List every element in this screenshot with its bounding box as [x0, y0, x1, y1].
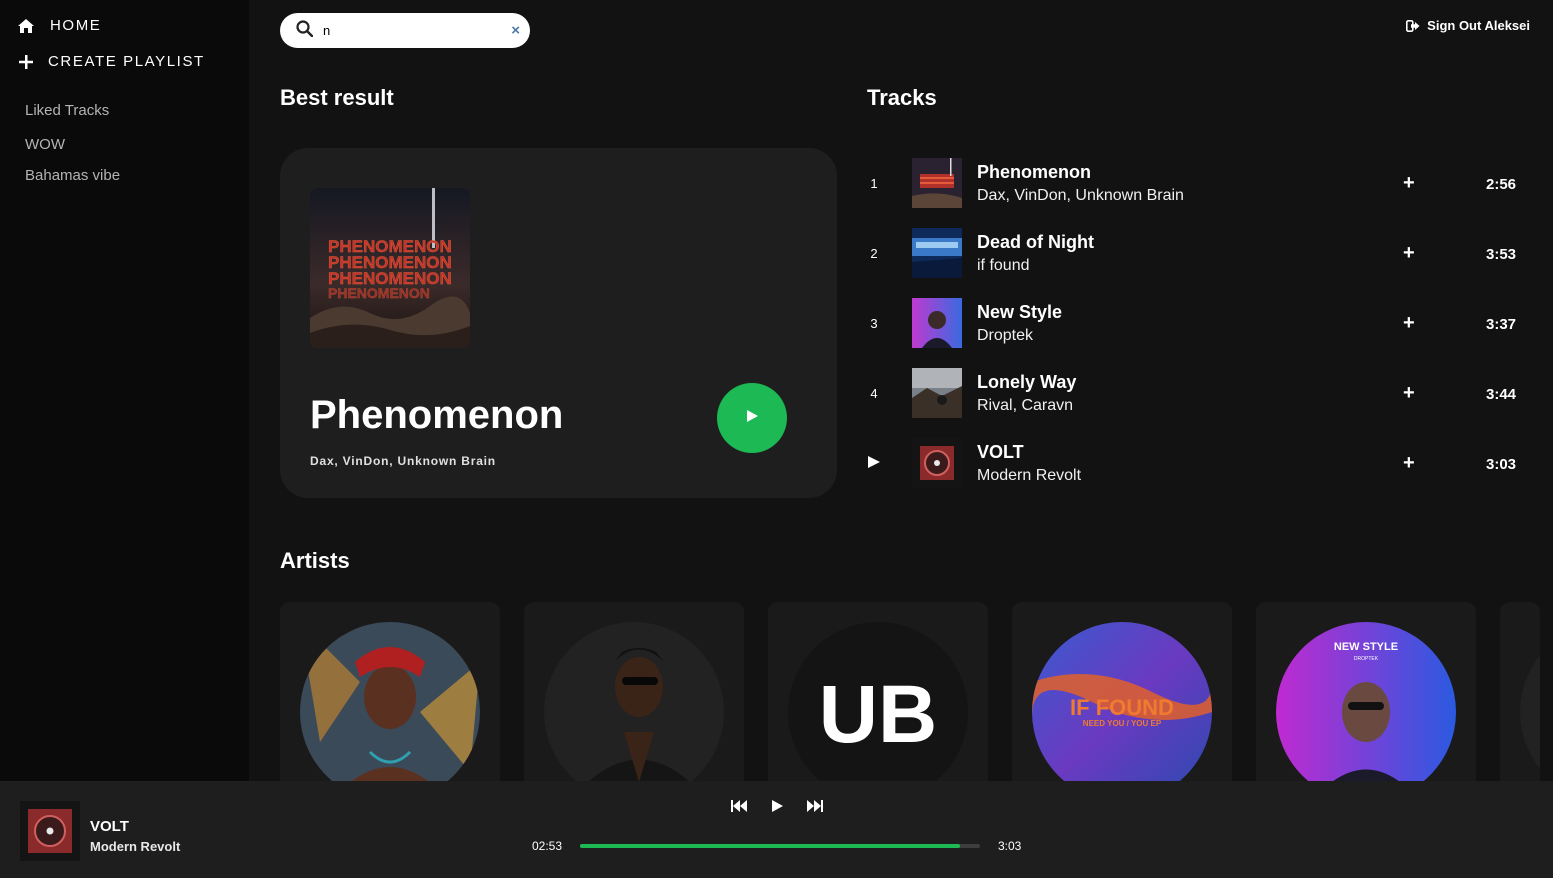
artists-heading: Artists — [280, 548, 350, 573]
track-artists: if found — [977, 257, 1030, 274]
tracks-heading: Tracks — [867, 85, 937, 110]
track-cover — [912, 368, 962, 418]
plus-icon — [18, 54, 34, 70]
artist-photo: NEW STYLE DROPTEK — [1276, 622, 1456, 781]
track-row[interactable]: VOLT Modern Revolt + 3:03 — [867, 438, 1527, 490]
track-title: Lonely Way — [977, 372, 1077, 392]
track-artists: Dax, VinDon, Unknown Brain — [977, 187, 1184, 204]
add-track-button[interactable]: + — [1403, 452, 1415, 475]
track-cover — [912, 158, 962, 208]
artist-photo — [300, 622, 480, 781]
sign-out-label: Sign Out Aleksei — [1427, 18, 1530, 33]
nav-home[interactable]: HOME — [18, 17, 101, 34]
cover-subtitle: NEED YOU / YOU EP — [1083, 719, 1162, 728]
best-result-title: Phenomenon — [310, 393, 564, 437]
artist-card[interactable] — [280, 602, 500, 781]
now-playing-cover — [20, 801, 80, 861]
track-duration: 3:53 — [1486, 246, 1517, 263]
artist-card[interactable] — [1500, 602, 1540, 781]
now-playing-title: VOLT — [90, 818, 129, 835]
track-title: Phenomenon — [977, 162, 1092, 182]
elapsed-time: 02:53 — [532, 839, 563, 853]
playlist-item[interactable]: Bahamas vibe — [25, 167, 120, 184]
track-row[interactable]: 2 Dead of Night if found + 3:53 — [867, 228, 1527, 280]
playlist-item[interactable]: Liked Tracks — [25, 102, 109, 119]
cover-title: NEW STYLE — [1334, 641, 1398, 653]
add-track-button[interactable]: + — [1403, 382, 1415, 405]
track-duration: 3:44 — [1486, 386, 1517, 403]
artist-card[interactable]: UB — [768, 602, 988, 781]
sign-out-icon — [1406, 19, 1420, 32]
play-icon — [745, 409, 759, 428]
artist-photo: UB — [788, 622, 968, 781]
track-row[interactable]: 4 Lonely Way Rival, Caravn + 3:44 — [867, 368, 1527, 420]
progress-fill — [580, 844, 960, 848]
player-bar: VOLT Modern Revolt 02:53 3:03 — [0, 781, 1553, 878]
best-result-card[interactable]: PHENOMENON PHENOMENON PHENOMENON PHENOME… — [280, 148, 837, 498]
nav-home-label: HOME — [50, 17, 102, 34]
track-number: 3 — [870, 316, 878, 331]
playing-icon[interactable] — [867, 455, 881, 472]
artist-card[interactable]: IF FOUND NEED YOU / YOU EP — [1012, 602, 1232, 781]
previous-button[interactable] — [729, 800, 749, 816]
track-artists: Modern Revolt — [977, 467, 1082, 484]
home-icon — [18, 18, 34, 34]
artist-card[interactable]: NEW STYLE DROPTEK — [1256, 602, 1476, 781]
track-cover — [912, 298, 962, 348]
track-cover — [912, 228, 962, 278]
track-cover — [912, 438, 962, 488]
progress-bar[interactable] — [580, 844, 980, 848]
next-button[interactable] — [805, 800, 825, 816]
play-pause-button[interactable] — [767, 799, 787, 818]
track-title: Dead of Night — [977, 232, 1094, 252]
cover-title: IF FOUND — [1070, 695, 1174, 720]
logo-text: UB — [819, 669, 937, 760]
search-input[interactable] — [323, 23, 512, 38]
main-content: × Sign Out Aleksei Best result Tracks PH… — [249, 0, 1553, 781]
artist-card[interactable] — [524, 602, 744, 781]
sign-out-button[interactable]: Sign Out Aleksei — [1406, 18, 1530, 33]
track-row[interactable]: 3 New Style Droptek + 3:37 — [867, 298, 1527, 350]
track-artists: Rival, Caravn — [977, 397, 1074, 414]
track-artists: Droptek — [977, 327, 1034, 344]
track-number: 2 — [870, 246, 878, 261]
svg-text:PHENOMENON: PHENOMENON — [328, 285, 430, 301]
nav-create-playlist[interactable]: CREATE PLAYLIST — [18, 53, 205, 70]
cover-subtitle: DROPTEK — [1354, 656, 1379, 662]
search-icon — [296, 19, 314, 42]
track-duration: 3:37 — [1486, 316, 1517, 333]
now-playing-artist: Modern Revolt — [90, 839, 181, 854]
artist-photo — [1520, 622, 1540, 781]
artist-photo: IF FOUND NEED YOU / YOU EP — [1032, 622, 1212, 781]
sidebar: HOME CREATE PLAYLIST Liked Tracks WOW Ba… — [0, 0, 249, 781]
track-title: VOLT — [977, 442, 1024, 462]
track-duration: 3:03 — [1486, 456, 1517, 473]
add-track-button[interactable]: + — [1403, 242, 1415, 265]
nav-create-playlist-label: CREATE PLAYLIST — [48, 53, 205, 70]
track-duration: 2:56 — [1486, 176, 1517, 193]
next-icon — [807, 799, 823, 817]
best-result-cover: PHENOMENON PHENOMENON PHENOMENON PHENOME… — [310, 188, 470, 348]
add-track-button[interactable]: + — [1403, 172, 1415, 195]
search-bar: × — [280, 13, 530, 48]
best-result-heading: Best result — [280, 85, 394, 110]
add-track-button[interactable]: + — [1403, 312, 1415, 335]
clear-search-button[interactable]: × — [511, 22, 520, 39]
track-number: 4 — [870, 386, 878, 401]
track-number: 1 — [870, 176, 878, 191]
track-row[interactable]: 1 Phenomenon Dax, VinDon, Unknown Brain … — [867, 158, 1527, 210]
play-icon — [770, 799, 784, 818]
previous-icon — [731, 799, 747, 817]
play-button[interactable] — [717, 383, 787, 453]
playlist-item[interactable]: WOW — [25, 136, 65, 153]
track-title: New Style — [977, 302, 1063, 322]
artist-photo — [544, 622, 724, 781]
total-time: 3:03 — [998, 839, 1022, 853]
best-result-artists: Dax, VinDon, Unknown Brain — [310, 454, 496, 468]
